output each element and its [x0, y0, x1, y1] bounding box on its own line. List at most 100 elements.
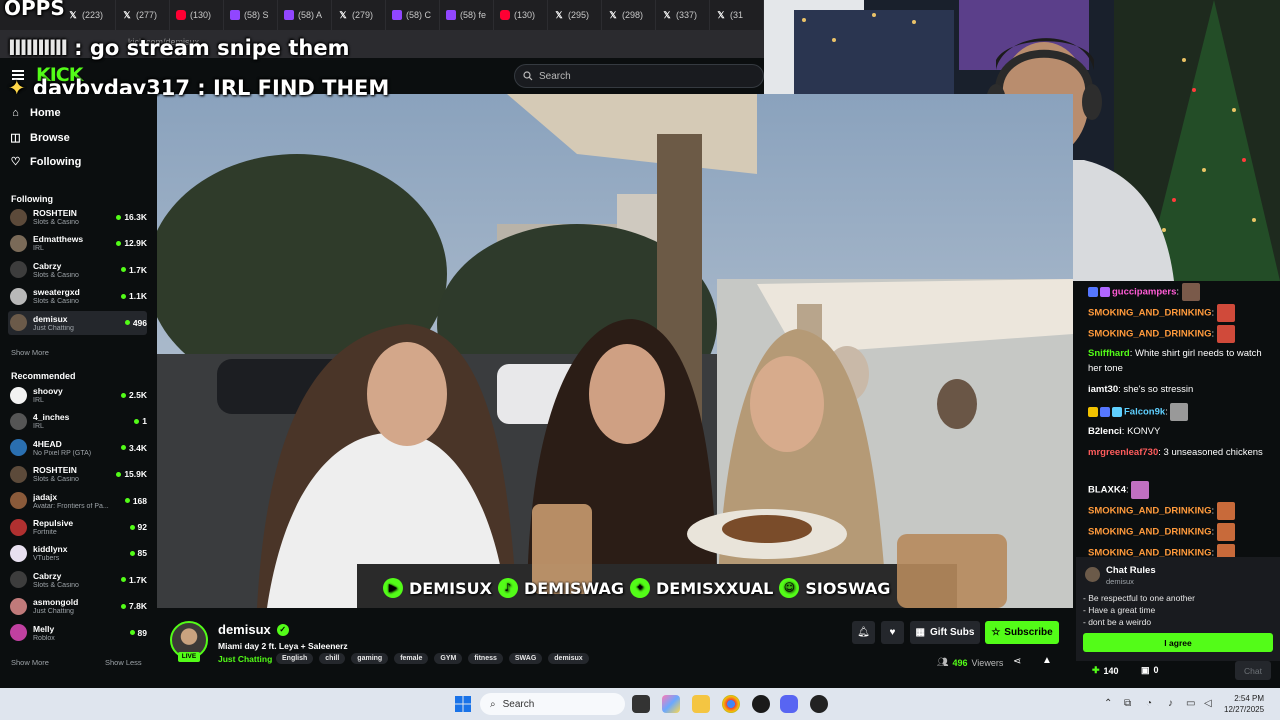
video-player[interactable]	[157, 94, 1073, 608]
chat-username[interactable]: SMOKING_AND_DRINKING	[1088, 527, 1212, 538]
taskbar-clock[interactable]: 2:54 PM 12/27/2025	[1224, 693, 1264, 715]
tray-volume-icon[interactable]: ◁	[1204, 698, 1212, 709]
overlay-chat-text-1: : go stream snipe them	[74, 36, 350, 60]
stream-tag[interactable]: English	[276, 653, 314, 664]
recommended-channel-row[interactable]: Melly Roblox 89	[8, 621, 147, 645]
browser-tab-label: (130)	[190, 10, 212, 20]
discord-icon[interactable]	[780, 695, 798, 713]
subscribe-button[interactable]: ☆ Subscribe	[985, 621, 1059, 644]
stream-tag[interactable]: chill	[319, 653, 346, 664]
chat-username[interactable]: SMOKING_AND_DRINKING	[1088, 506, 1212, 517]
browser-tab[interactable]: (58) fe	[440, 0, 494, 30]
app-icon[interactable]	[752, 695, 770, 713]
obs-icon[interactable]	[810, 695, 828, 713]
channel-points[interactable]: ✚ 140	[1092, 665, 1119, 676]
recommended-channel-row[interactable]: 4_inches IRL 1	[8, 409, 147, 433]
browser-tab[interactable]: 𝕏 (277)	[116, 0, 170, 30]
following-section-title: Following	[11, 194, 53, 204]
gift-subs-button[interactable]: ▦ Gift Subs	[910, 621, 980, 644]
tray-wifi-icon[interactable]: ◔	[1146, 698, 1152, 709]
stream-tag[interactable]: female	[394, 653, 429, 664]
channel-viewers: 15.9K	[116, 469, 147, 479]
chat-username[interactable]: guccipampers	[1112, 287, 1176, 298]
channel-viewers: 168	[124, 496, 147, 506]
recommended-channel-row[interactable]: kiddlynx VTubers 85	[8, 541, 147, 565]
recommended-channel-row[interactable]: 4HEAD No Pixel RP (GTA) 3.4K	[8, 436, 147, 460]
browser-tab-label: (130)	[514, 10, 536, 20]
browser-tab[interactable]: 𝕏 (31	[710, 0, 764, 30]
notification-bell-button[interactable]: 🔔︎	[852, 621, 875, 644]
tray-app-icon[interactable]: ⧉	[1124, 698, 1131, 709]
recommended-channel-row[interactable]: shoovy IRL 2.5K	[8, 383, 147, 407]
copilot-icon[interactable]	[662, 695, 680, 713]
streamer-name[interactable]: demisux ✓	[218, 622, 289, 637]
twitch-icon	[230, 10, 240, 20]
browser-tab[interactable]: (58) S	[224, 0, 278, 30]
windows-start-icon[interactable]	[454, 695, 472, 713]
browser-tab[interactable]: 𝕏 (279)	[332, 0, 386, 30]
browser-tab[interactable]: (58) C	[386, 0, 440, 30]
chat-username[interactable]: BLAXK4	[1088, 485, 1126, 496]
following-channel-row[interactable]: ROSHTEIN Slots & Casino 16.3K	[8, 205, 147, 229]
chat-username[interactable]: mrgreenleaf730	[1088, 447, 1158, 458]
chat-username[interactable]: SMOKING_AND_DRINKING	[1088, 329, 1212, 340]
browser-tab[interactable]: 𝕏 (337)	[656, 0, 710, 30]
agree-button[interactable]: I agree	[1083, 633, 1273, 652]
search-input[interactable]: Search	[514, 64, 764, 88]
following-channel-row[interactable]: demisux Just Chatting 496	[8, 310, 147, 335]
following-channel-row[interactable]: sweatergxd Slots & Casino 1.1K	[8, 284, 147, 308]
browser-tab[interactable]: (130)	[494, 0, 548, 30]
recommended-channel-row[interactable]: ROSHTEIN Slots & Casino 15.9K	[8, 462, 147, 486]
browser-tab[interactable]: 𝕏 (223)	[62, 0, 116, 30]
recommended-channel-row[interactable]: jadajx Avatar: Frontiers of Pa... 168	[8, 489, 147, 513]
clock-date: 12/27/2025	[1224, 705, 1265, 714]
chat-username[interactable]: Falcon9k	[1124, 407, 1165, 418]
browser-tab[interactable]: 𝕏 (295)	[548, 0, 602, 30]
task-view-icon[interactable]	[632, 695, 650, 713]
browser-tab[interactable]: (58) A	[278, 0, 332, 30]
chat-username[interactable]: iamt30	[1088, 384, 1118, 395]
recommended-channel-row[interactable]: asmongold Just Chatting 7.8K	[8, 594, 147, 618]
browser-tab[interactable]: (130)	[170, 0, 224, 30]
following-channel-row[interactable]: Edmatthews IRL 12.9K	[8, 231, 147, 255]
file-explorer-icon[interactable]	[692, 695, 710, 713]
recommended-show-more[interactable]: Show More	[11, 658, 49, 667]
chat-badge-icon	[1100, 407, 1110, 417]
browser-tab[interactable]: 𝕏 (298)	[602, 0, 656, 30]
following-channel-row[interactable]: Cabrzy Slots & Casino 1.7K	[8, 258, 147, 282]
nav-item-browse[interactable]: ◫ Browse	[10, 131, 70, 145]
following-show-more[interactable]: Show More	[11, 348, 49, 357]
report-icon[interactable]: ▲	[1042, 655, 1052, 666]
stream-tag[interactable]: SWAG	[508, 653, 543, 664]
tray-network-icon[interactable]: ▭	[1186, 698, 1195, 709]
recommended-channel-row[interactable]: Repulsive Fortnite 92	[8, 515, 147, 539]
tray-chevron-icon[interactable]: ⌃	[1104, 698, 1112, 709]
nav-item-label: Browse	[30, 131, 70, 144]
chat-username[interactable]: Sniffhard	[1088, 348, 1130, 359]
taskbar-search[interactable]: ⌕ Search	[480, 693, 625, 715]
channel-viewers: 1	[134, 416, 147, 426]
stream-title: Miami day 2 ft. Leya + Saleenerz	[218, 641, 348, 651]
nav-item-home[interactable]: ⌂ Home	[10, 107, 60, 119]
chat-username[interactable]: B2lenci	[1088, 426, 1122, 437]
recommended-show-less[interactable]: Show Less	[105, 658, 142, 667]
tray-mic-icon[interactable]: ♪	[1168, 698, 1173, 709]
chat-count[interactable]: ▣ 0	[1141, 665, 1159, 676]
chat-emote-icon	[1216, 304, 1235, 322]
twitch-icon	[446, 10, 456, 20]
browser-tab-label: (279)	[352, 10, 374, 20]
share-icon[interactable]: ⋖	[1013, 656, 1021, 667]
stream-tag[interactable]: gaming	[351, 653, 389, 664]
stream-tag[interactable]: demisux	[548, 653, 589, 664]
channel-viewers: 1.1K	[121, 291, 147, 301]
recommended-channel-row[interactable]: Cabrzy Slots & Casino 1.7K	[8, 568, 147, 592]
channel-viewers-value: 92	[137, 522, 147, 532]
chat-send-button[interactable]: Chat	[1235, 661, 1271, 680]
follow-button[interactable]: ♥	[881, 621, 904, 644]
stream-tag[interactable]: fitness	[468, 653, 503, 664]
nav-item-following[interactable]: ♡ Following	[10, 155, 82, 169]
stream-tag[interactable]: GYM	[434, 653, 463, 664]
stream-category[interactable]: Just Chatting	[218, 654, 272, 664]
chrome-icon[interactable]	[722, 695, 740, 713]
chat-username[interactable]: SMOKING_AND_DRINKING	[1088, 308, 1212, 319]
